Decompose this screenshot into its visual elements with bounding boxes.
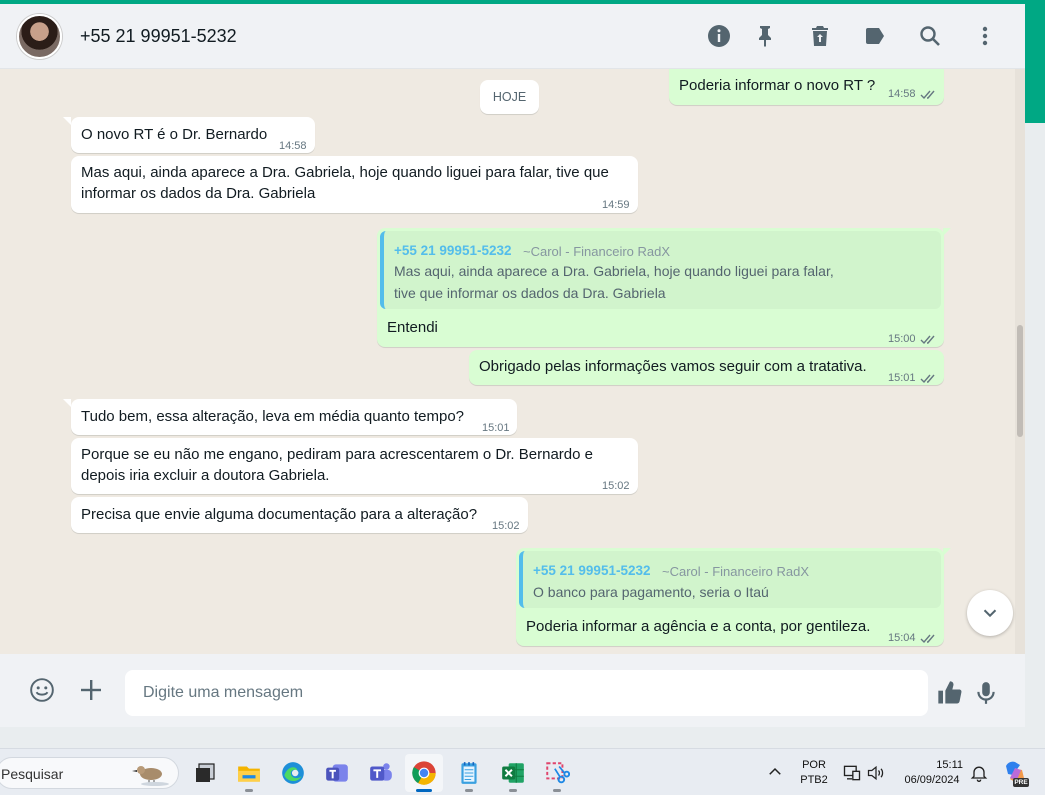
bubble-tail bbox=[943, 548, 951, 556]
scrollbar-thumb[interactable] bbox=[1017, 325, 1023, 437]
running-indicator bbox=[509, 789, 517, 792]
message-time: 14:58 bbox=[888, 88, 916, 100]
bubble-tail bbox=[943, 228, 951, 236]
message-time: 15:01 bbox=[888, 372, 916, 384]
active-indicator bbox=[416, 789, 432, 792]
quoted-author: +55 21 99951-5232 bbox=[394, 243, 512, 258]
whatsapp-window: +55 21 99951-5232 Poderia informar o nov… bbox=[0, 0, 1045, 795]
teams-icon[interactable] bbox=[366, 758, 396, 788]
message-bubble-out[interactable]: Obrigado pelas informações vamos seguir … bbox=[469, 350, 944, 385]
message-text: O novo RT é o Dr. Bernardo bbox=[81, 126, 268, 143]
language-code: POR bbox=[802, 759, 826, 771]
preview-badge: PRE bbox=[1013, 778, 1029, 787]
message-text: Mas aqui, ainda aparece a Dra. Gabriela,… bbox=[81, 164, 609, 202]
double-check-icon bbox=[920, 85, 938, 100]
running-indicator bbox=[245, 789, 253, 792]
accent-strip-right bbox=[1025, 0, 1045, 123]
taskbar-search-label: Pesquisar bbox=[1, 766, 64, 782]
attach-plus-icon[interactable] bbox=[77, 676, 105, 704]
quoted-message[interactable]: +55 21 99951-5232 ~Carol - Financeiro Ra… bbox=[380, 231, 941, 309]
message-input[interactable] bbox=[125, 670, 928, 716]
double-check-icon bbox=[920, 629, 938, 644]
copilot-icon[interactable]: PRE bbox=[1000, 758, 1030, 788]
message-text: Porque se eu não me engano, pediram para… bbox=[81, 446, 593, 484]
message-bubble-in[interactable]: Tudo bem, essa alteração, leva em média … bbox=[71, 399, 517, 435]
message-bubble-in[interactable]: Precisa que envie alguma documentação pa… bbox=[71, 497, 528, 533]
chrome-browser-icon[interactable] bbox=[405, 754, 443, 792]
message-bubble-out[interactable]: Poderia informar o novo RT ? 14:58 bbox=[669, 69, 944, 105]
excel-icon[interactable] bbox=[498, 758, 528, 788]
search-highlight-bird-icon bbox=[132, 766, 169, 786]
message-bubble-in[interactable]: Porque se eu não me engano, pediram para… bbox=[71, 438, 638, 494]
clock-date: 06/09/2024 bbox=[904, 774, 960, 786]
quoted-text: Mas aqui, ainda aparece a Dra. Gabriela,… bbox=[394, 263, 834, 301]
quoted-push-name: ~Carol - Financeiro RadX bbox=[523, 244, 671, 259]
message-text: Poderia informar o novo RT ? bbox=[679, 77, 876, 94]
message-bubble-in[interactable]: O novo RT é o Dr. Bernardo 14:58 bbox=[71, 117, 315, 153]
double-check-icon bbox=[920, 330, 938, 345]
scroll-to-bottom-button[interactable] bbox=[967, 590, 1013, 636]
message-text: Obrigado pelas informações vamos seguir … bbox=[479, 358, 867, 375]
bubble-tail bbox=[63, 117, 71, 125]
snipping-tool-icon[interactable] bbox=[542, 758, 572, 788]
contact-avatar[interactable] bbox=[17, 14, 62, 59]
emoji-icon[interactable] bbox=[28, 676, 56, 704]
file-explorer-icon[interactable] bbox=[234, 758, 264, 788]
message-text: Precisa que envie alguma documentação pa… bbox=[81, 506, 478, 523]
label-icon[interactable] bbox=[861, 22, 889, 50]
message-time: 14:59 bbox=[602, 199, 630, 211]
taskbar-search[interactable]: Pesquisar bbox=[0, 757, 179, 789]
window-edge bbox=[1025, 123, 1045, 748]
input-language[interactable]: POR PTB2 bbox=[796, 758, 832, 788]
message-time: 15:02 bbox=[492, 520, 520, 532]
task-view-icon[interactable] bbox=[190, 758, 220, 788]
message-time: 15:00 bbox=[888, 333, 916, 345]
message-text: Entendi bbox=[387, 319, 438, 336]
system-clock[interactable]: 15:11 06/09/2024 bbox=[897, 758, 967, 788]
notepad-icon[interactable] bbox=[454, 758, 484, 788]
message-text: Poderia informar a agência e a conta, po… bbox=[526, 618, 871, 635]
quoted-message[interactable]: +55 21 99951-5232 ~Carol - Financeiro Ra… bbox=[519, 551, 941, 608]
notification-bell-icon[interactable] bbox=[969, 763, 989, 783]
bubble-tail bbox=[63, 399, 71, 407]
keyboard-layout: PTB2 bbox=[800, 774, 828, 786]
running-indicator bbox=[465, 789, 473, 792]
menu-icon[interactable] bbox=[971, 22, 999, 50]
edge-browser-icon[interactable] bbox=[278, 758, 308, 788]
teams-work-icon[interactable] bbox=[322, 758, 352, 788]
message-time: 15:01 bbox=[482, 422, 510, 434]
quoted-text: O banco para pagamento, seria o Itaú bbox=[533, 584, 769, 600]
thumbs-up-icon[interactable] bbox=[935, 678, 965, 708]
date-separator: HOJE bbox=[480, 80, 539, 114]
chat-header[interactable]: +55 21 99951-5232 bbox=[0, 4, 1025, 69]
message-composer bbox=[0, 654, 1025, 727]
volume-icon[interactable] bbox=[866, 763, 886, 783]
delete-icon[interactable] bbox=[806, 22, 834, 50]
chevron-up-icon[interactable] bbox=[766, 763, 784, 781]
message-text: Tudo bem, essa alteração, leva em média … bbox=[81, 408, 464, 425]
quoted-push-name: ~Carol - Financeiro RadX bbox=[662, 564, 810, 579]
message-time: 14:58 bbox=[279, 140, 307, 152]
search-icon[interactable] bbox=[916, 22, 944, 50]
message-bubble-in[interactable]: Mas aqui, ainda aparece a Dra. Gabriela,… bbox=[71, 156, 638, 213]
info-icon[interactable] bbox=[705, 22, 733, 50]
network-icon[interactable] bbox=[842, 763, 862, 783]
message-bubble-out[interactable]: +55 21 99951-5232 ~Carol - Financeiro Ra… bbox=[377, 228, 944, 347]
contact-name[interactable]: +55 21 99951-5232 bbox=[80, 26, 237, 47]
chevron-down-icon bbox=[983, 609, 997, 618]
message-bubble-out[interactable]: +55 21 99951-5232 ~Carol - Financeiro Ra… bbox=[516, 548, 944, 646]
windows-taskbar: Pesquisar POR PTB2 15:11 06/09/2024 PRE bbox=[0, 748, 1045, 795]
window-bottom-edge bbox=[0, 727, 1045, 748]
message-time: 15:02 bbox=[602, 480, 630, 492]
running-indicator bbox=[553, 789, 561, 792]
message-time: 15:04 bbox=[888, 632, 916, 644]
message-list[interactable]: Poderia informar o novo RT ? 14:58 HOJE … bbox=[0, 69, 1025, 654]
clock-time: 15:11 bbox=[936, 759, 963, 771]
microphone-icon[interactable] bbox=[973, 678, 999, 708]
pin-icon[interactable] bbox=[751, 22, 779, 50]
quoted-author: +55 21 99951-5232 bbox=[533, 563, 651, 578]
double-check-icon bbox=[920, 369, 938, 384]
